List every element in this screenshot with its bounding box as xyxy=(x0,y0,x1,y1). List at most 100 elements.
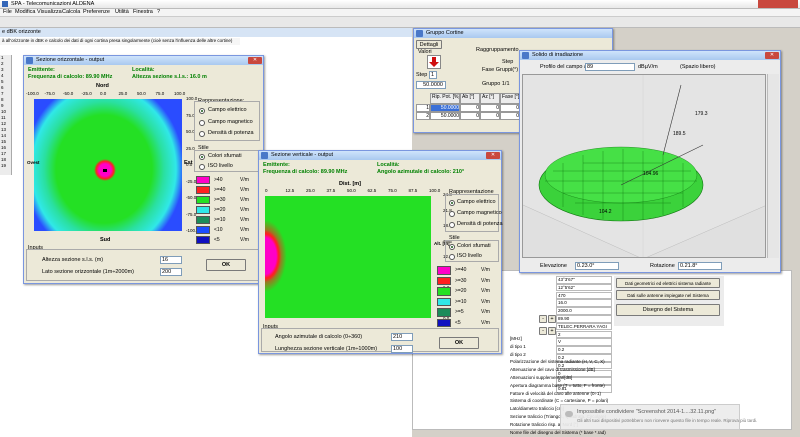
x-tick-label: 75.0 xyxy=(155,91,165,96)
dati-antenne-button[interactable]: Dati sulle antenne impiegate nel Sistema xyxy=(616,290,720,300)
legend-label: <5 xyxy=(214,237,220,243)
campo-elettrico-radio[interactable] xyxy=(199,108,205,114)
menu-file[interactable]: File xyxy=(3,9,12,15)
densita-potenza-radio[interactable] xyxy=(199,131,205,137)
table-cell[interactable]: 0 xyxy=(480,104,500,112)
emitter-label: Emittente: xyxy=(263,162,290,168)
menu-utilita[interactable]: Utilità xyxy=(115,9,129,15)
x-ticks: -100.0 -75.0 -50.0 -25.0 0.0 25.0 50.0 75.0 100.… xyxy=(26,91,186,98)
rappresentazione-group: Campo elettrico Campo magnetico Densità … xyxy=(194,101,260,141)
ok-button[interactable]: OK xyxy=(439,337,479,349)
ok-button[interactable]: OK xyxy=(206,259,246,271)
altezza-sezione-input[interactable]: 16 xyxy=(160,256,182,264)
step-input[interactable]: 1 xyxy=(429,71,437,79)
system-label: Apertura diagramma base (T = tutto, F = … xyxy=(510,382,605,388)
table-cell[interactable]: 50.0000 xyxy=(430,104,460,112)
densita-potenza-label: Densità di potenza xyxy=(208,130,254,136)
campo-magnetico-radio[interactable] xyxy=(199,120,205,126)
table-cell[interactable]: 0 xyxy=(500,112,520,120)
menu-help[interactable]: ? xyxy=(157,9,160,15)
campo-magnetico-radio[interactable] xyxy=(449,211,455,217)
window-controls[interactable] xyxy=(758,0,798,8)
system-value-cell[interactable]: TELEC.PERRARA YAGI xyxy=(556,322,612,331)
plus-button[interactable]: + xyxy=(548,315,556,323)
table-cell[interactable]: 0 xyxy=(460,104,480,112)
system-label: Attenuazione del cavo di trasmissione [d… xyxy=(510,367,595,373)
x-tick-label: -50.0 xyxy=(63,91,74,96)
frequency-label: Frequenza di calcolo: 89.90 MHz xyxy=(28,74,113,80)
solid-3d-view[interactable]: 189.5 179.3 104.2 104.96 xyxy=(522,74,766,258)
system-value-cell[interactable]: 470 xyxy=(556,291,612,300)
close-icon[interactable]: ✕ xyxy=(248,57,262,64)
value-field[interactable]: 50.0000 xyxy=(416,81,446,89)
plus-button-2[interactable]: + xyxy=(548,327,556,335)
colori-sfumati-label: Colori sfumati xyxy=(457,243,491,249)
row-number: 18 xyxy=(1,157,7,162)
angolo-azimutale-input[interactable]: 210 xyxy=(391,333,413,341)
menu-preferenze[interactable]: Preferenze xyxy=(83,9,110,15)
solid-scrollbar[interactable] xyxy=(767,74,779,258)
rotazione-label: Rotazione xyxy=(650,263,675,269)
system-value-cell[interactable]: 89.90 xyxy=(556,315,612,323)
campo-elettrico-label: Campo elettrico xyxy=(208,107,247,113)
step-label: Step xyxy=(416,72,428,78)
x-tick-label: 100.0 xyxy=(429,188,441,193)
campo-elettrico-radio[interactable] xyxy=(449,200,455,206)
lato-sezione-input[interactable]: 200 xyxy=(160,268,182,276)
notification-toast[interactable]: Impossibile condividere "Screenshot 2014… xyxy=(560,404,757,430)
table-cell[interactable]: 0 xyxy=(500,104,520,112)
system-value-cell[interactable]: 2000.0 xyxy=(556,307,612,315)
disegno-sistema-button[interactable]: Disegno del Sistema xyxy=(616,304,720,316)
solid-window: Solido di irradiazione ✕ Profilo del camp… xyxy=(519,50,781,273)
ragg-step-label: Step xyxy=(502,59,514,65)
label-3d-2: 179.3 xyxy=(695,111,708,117)
system-value-cell[interactable]: 16.0 xyxy=(556,299,612,307)
down-arrow-icon[interactable] xyxy=(427,55,441,69)
menu-visualizza[interactable]: Visualizza xyxy=(37,9,62,15)
system-value-cell[interactable]: 43°3'67" xyxy=(556,276,612,284)
legend-swatch xyxy=(196,176,210,184)
table-cell[interactable]: 50.0000 xyxy=(430,112,460,120)
tab-dettagli[interactable]: Dettagli xyxy=(416,40,442,49)
menu-finestra[interactable]: Finestra xyxy=(133,9,153,15)
legend-label: >=40 xyxy=(214,187,226,193)
colori-sfumati-radio[interactable] xyxy=(199,154,205,160)
densita-potenza-label: Densità di potenza xyxy=(457,221,503,227)
legend-unit: V/m xyxy=(481,298,490,305)
legend-label: <10 xyxy=(214,227,223,233)
legend-label: >=30 xyxy=(214,197,226,203)
minus-button[interactable]: - xyxy=(539,315,547,323)
lunghezza-sezione-input[interactable]: 100 xyxy=(391,345,413,353)
campo-elettrico-label: Campo elettrico xyxy=(457,199,496,205)
system-value-cell[interactable]: 12°5'62" xyxy=(556,283,612,292)
minus-button-2[interactable]: - xyxy=(539,327,547,335)
dati-geometrici-button[interactable]: Dati geometrici ed elettrici sistema rad… xyxy=(616,278,720,288)
x-ticks: 0 12.5 25.0 37.5 50.0 62.5 75.0 87.5 100.0 xyxy=(261,188,441,195)
menu-modifica[interactable]: Modifica xyxy=(15,9,35,15)
colori-sfumati-radio[interactable] xyxy=(449,244,455,250)
system-label: di tipo 2 xyxy=(510,351,526,357)
app-title: SPA - Telecomunicazioni ALDENA xyxy=(11,1,95,7)
rotazione-input[interactable]: 0.21.8° xyxy=(678,262,722,270)
iso-livello-radio[interactable] xyxy=(199,164,205,170)
profilo-label: Profilo del campo a xyxy=(540,64,588,70)
menu-calcola[interactable]: Calcola xyxy=(62,9,80,15)
legend-label: >40 xyxy=(214,177,223,183)
angolo-azimutale-label: Angolo azimutale di calcolo (0÷360) xyxy=(275,334,363,340)
table-cell[interactable]: 0 xyxy=(460,112,480,120)
north-label: Nord xyxy=(96,83,109,89)
row-number: 6 xyxy=(1,85,4,90)
legend-swatch xyxy=(196,206,210,214)
close-icon[interactable]: ✕ xyxy=(765,52,779,59)
x-tick-label: 50.0 xyxy=(137,91,146,96)
elevazione-input[interactable]: 0.23.0° xyxy=(575,262,619,270)
iso-livello-radio[interactable] xyxy=(449,254,455,260)
x-tick-label: 75.0 xyxy=(388,188,397,193)
close-icon[interactable]: ✕ xyxy=(486,152,500,159)
profilo-input[interactable]: 89 xyxy=(585,63,635,71)
campo-magnetico-label: Campo magnetico xyxy=(208,119,253,125)
table-cell[interactable]: 0 xyxy=(480,112,500,120)
label-3d-3: 104.2 xyxy=(599,209,612,215)
toolbar xyxy=(0,17,800,28)
densita-potenza-radio[interactable] xyxy=(449,222,455,228)
